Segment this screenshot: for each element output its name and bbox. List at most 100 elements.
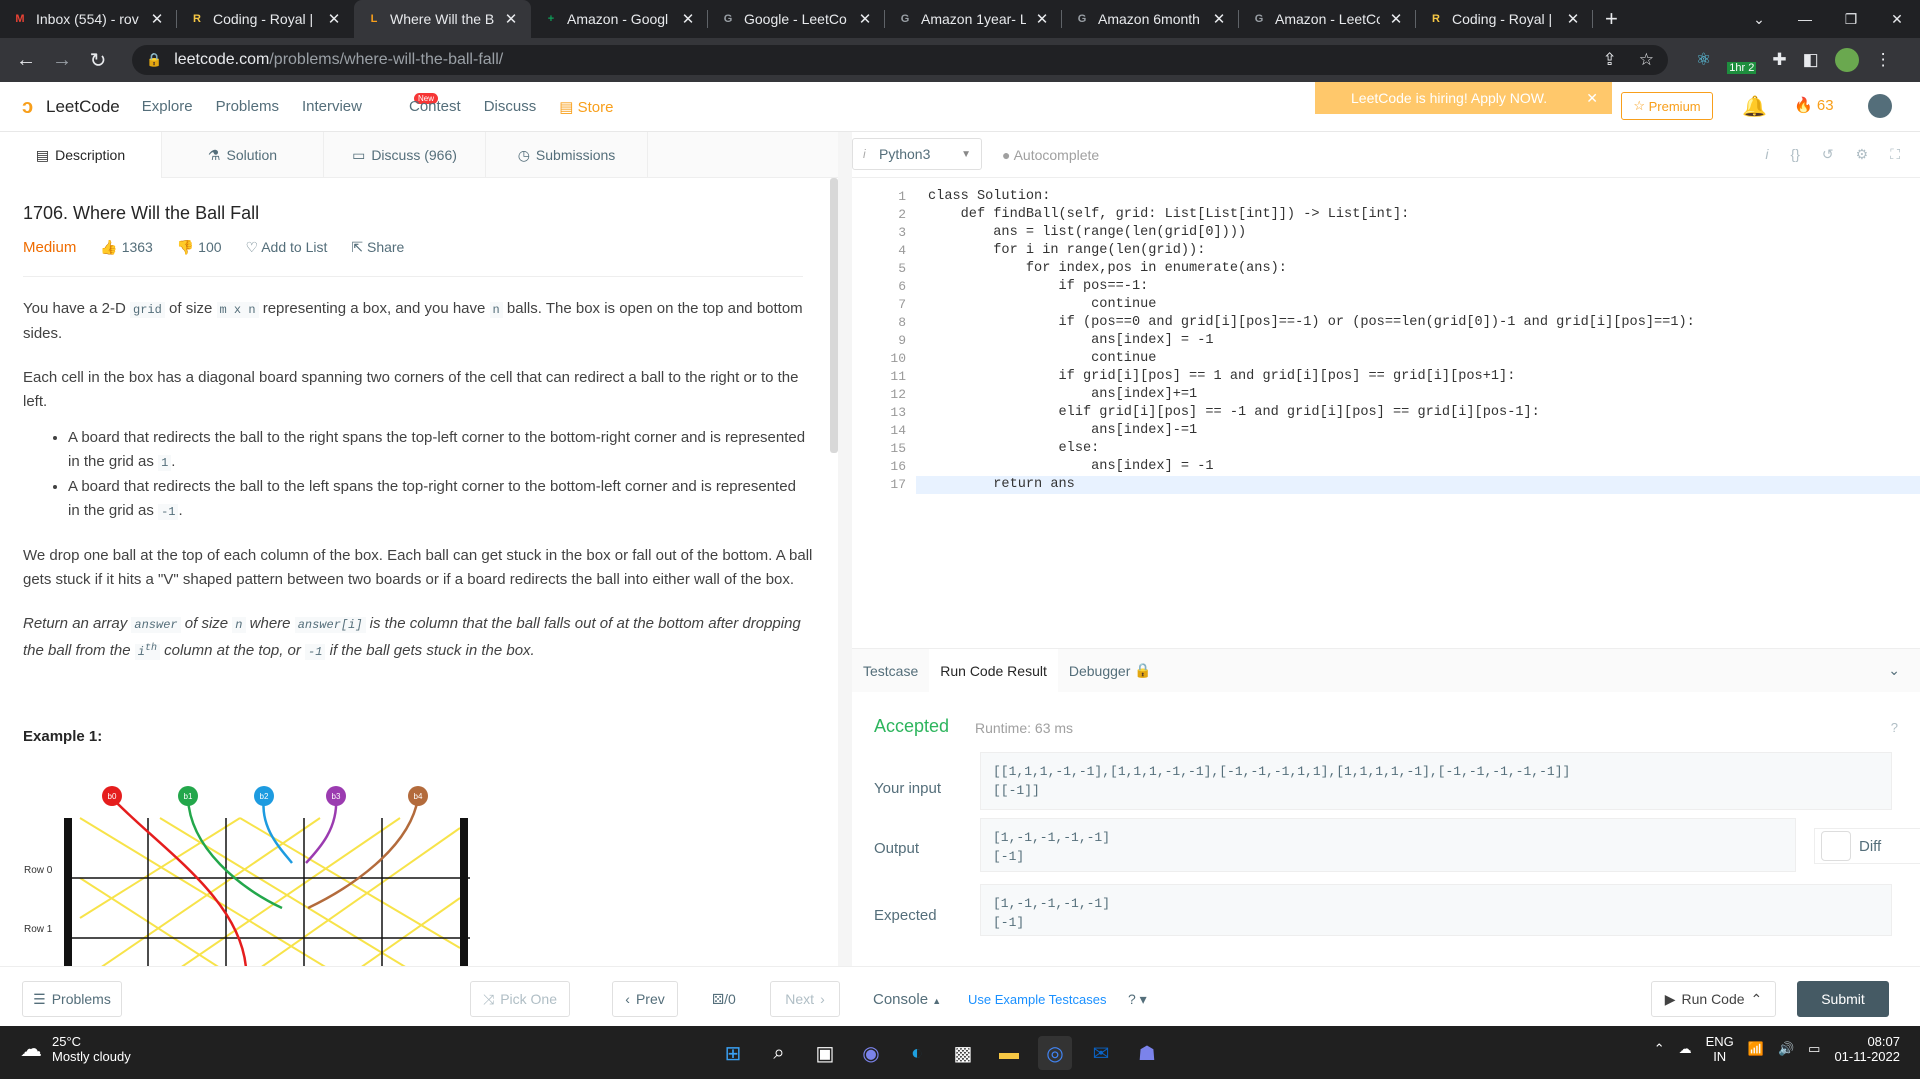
code-line[interactable]: ans[index] = -1 — [928, 458, 1695, 476]
leetcode-logo[interactable]: ↄ LeetCode — [22, 96, 120, 118]
tab-search-icon[interactable]: ⌄ — [1736, 11, 1782, 28]
close-tab-icon[interactable]: ✕ — [1388, 10, 1404, 28]
code-editor[interactable]: 1 2 3 4 5 6 7 8 9 10 11 12 13 14 15 16 17 class Solution… — [852, 178, 1920, 648]
braces-icon[interactable]: {} — [1791, 146, 1800, 163]
close-tab-icon[interactable]: ✕ — [1211, 10, 1227, 28]
search-icon[interactable]: ⌕ — [762, 1036, 796, 1070]
react-extension-icon[interactable]: ⚛ — [1696, 50, 1711, 70]
new-tab-button[interactable]: + — [1605, 6, 1618, 32]
chevron-down-icon[interactable]: ⌄ — [1888, 662, 1900, 679]
minimize-icon[interactable]: — — [1782, 11, 1828, 27]
premium-button[interactable]: ☆ Premium — [1621, 92, 1713, 120]
use-example-testcases-link[interactable]: Use Example Testcases — [968, 992, 1107, 1007]
task-view-icon[interactable]: ▣ — [808, 1036, 842, 1070]
code-line[interactable]: continue — [928, 350, 1695, 368]
outlook-icon[interactable]: ✉ — [1084, 1036, 1118, 1070]
browser-tab[interactable]: + Amazon - Googl ✕ — [531, 0, 708, 38]
puzzle-extensions-icon[interactable]: ✚ — [1772, 50, 1786, 70]
help-dropdown-icon[interactable]: ? ▾ — [1128, 991, 1147, 1008]
browser-tab[interactable]: R Coding - Royal | ✕ — [1416, 0, 1593, 38]
settings-icon[interactable]: ⚙ — [1856, 146, 1869, 163]
code-line[interactable]: return ans — [928, 476, 1695, 494]
browser-tab[interactable]: G Amazon 1year- L ✕ — [885, 0, 1062, 38]
windows-start-icon[interactable]: ⊞ — [716, 1036, 750, 1070]
back-icon[interactable]: ← — [8, 49, 44, 72]
code-line[interactable]: ans[index] = -1 — [928, 332, 1695, 350]
chat-icon[interactable]: ◉ — [854, 1036, 888, 1070]
reload-icon[interactable]: ↻ — [80, 48, 116, 73]
chevron-up-icon[interactable]: ⌃ — [1654, 1041, 1665, 1057]
browser-tab[interactable]: G Google - LeetCo ✕ — [708, 0, 885, 38]
language-indicator[interactable]: ENG IN — [1706, 1034, 1734, 1064]
share-icon[interactable]: ⇪ — [1603, 50, 1617, 70]
wifi-icon[interactable]: 📶 — [1748, 1041, 1764, 1057]
forward-icon[interactable]: → — [44, 49, 80, 72]
output-value-box[interactable]: [1,-1,-1,-1,-1] [-1] — [980, 818, 1796, 872]
photos-icon[interactable]: ▩ — [946, 1036, 980, 1070]
browser-tab[interactable]: M Inbox (554) - rov ✕ — [0, 0, 177, 38]
menu-dots-icon[interactable]: ⋮ — [1875, 50, 1892, 70]
nav-interview[interactable]: Interview New — [302, 92, 438, 116]
close-tab-icon[interactable]: ✕ — [1034, 10, 1050, 28]
close-tab-icon[interactable]: ✕ — [503, 10, 519, 28]
nav-discuss[interactable]: Discuss — [484, 98, 537, 116]
nav-problems[interactable]: Problems — [216, 98, 279, 116]
run-code-button[interactable]: ▶ Run Code ⌃ — [1651, 981, 1776, 1017]
submit-button[interactable]: Submit — [1797, 981, 1889, 1017]
weather-widget[interactable]: ☁ 25°C Mostly cloudy — [20, 1034, 131, 1064]
tab-solution[interactable]: ⚗ Solution — [162, 132, 324, 178]
code-line[interactable]: for index,pos in enumerate(ans): — [928, 260, 1695, 278]
prev-button[interactable]: ‹ Prev — [612, 981, 678, 1017]
language-select[interactable]: i Python3 ▼ — [852, 138, 982, 170]
close-tab-icon[interactable]: ✕ — [680, 10, 696, 28]
next-button[interactable]: Next › — [770, 981, 840, 1017]
pick-one-button[interactable]: ⤨ Pick One — [470, 981, 570, 1017]
share-button[interactable]: ⇱ Share — [351, 239, 404, 256]
help-icon[interactable]: ? — [1891, 720, 1898, 735]
code-content[interactable]: class Solution: def findBall(self, grid:… — [928, 188, 1695, 494]
user-avatar[interactable] — [1868, 94, 1892, 118]
volume-icon[interactable]: 🔊 — [1778, 1041, 1794, 1057]
code-line[interactable]: else: — [928, 440, 1695, 458]
browser-tab[interactable]: G Amazon 6month ✕ — [1062, 0, 1239, 38]
like-button[interactable]: 👍 1363 — [100, 239, 152, 256]
add-to-list-button[interactable]: ♡ Add to List — [246, 239, 328, 256]
input-value-box[interactable]: [[1,1,1,-1,-1],[1,1,1,-1,-1],[-1,-1,-1,1… — [980, 752, 1892, 810]
pane-resizer[interactable] — [838, 132, 852, 966]
browser-tab[interactable]: G Amazon - LeetCo ✕ — [1239, 0, 1416, 38]
description-scrollbar[interactable] — [830, 178, 838, 453]
tab-run-code-result[interactable]: Run Code Result — [929, 648, 1058, 693]
expected-value-box[interactable]: [1,-1,-1,-1,-1] [-1] — [980, 884, 1892, 936]
edge-icon[interactable]: ◐ — [900, 1036, 934, 1070]
battery-icon[interactable]: ▭ — [1808, 1041, 1820, 1057]
onedrive-icon[interactable]: ☁ — [1679, 1041, 1692, 1057]
close-window-icon[interactable]: ✕ — [1874, 11, 1920, 28]
code-line[interactable]: def findBall(self, grid: List[List[int]]… — [928, 206, 1695, 224]
code-line[interactable]: ans[index]+=1 — [928, 386, 1695, 404]
browser-tab[interactable]: L Where Will the B ✕ — [354, 0, 531, 38]
file-explorer-icon[interactable]: ▬ — [992, 1036, 1026, 1070]
dislike-button[interactable]: 👎 100 — [177, 239, 222, 256]
close-tab-icon[interactable]: ✕ — [857, 10, 873, 28]
code-line[interactable]: if grid[i][pos] == 1 and grid[i][pos] ==… — [928, 368, 1695, 386]
chrome-icon[interactable]: ◎ — [1038, 1036, 1072, 1070]
diff-toggle[interactable]: Diff — [1814, 828, 1920, 864]
side-panel-icon[interactable]: ◧ — [1803, 50, 1819, 70]
browser-tab[interactable]: R Coding - Royal | ✕ — [177, 0, 354, 38]
console-toggle[interactable]: Console ▲ — [873, 991, 941, 1008]
clock[interactable]: 08:07 01-11-2022 — [1834, 1034, 1900, 1064]
problems-button[interactable]: ☰ Problems — [22, 981, 122, 1017]
profile-avatar-icon[interactable] — [1834, 48, 1859, 72]
code-line[interactable]: if pos==-1: — [928, 278, 1695, 296]
tab-discuss[interactable]: ▭ Discuss (966) — [324, 132, 486, 178]
bell-icon[interactable]: 🔔 — [1742, 94, 1767, 119]
close-tab-icon[interactable]: ✕ — [326, 10, 342, 28]
code-line[interactable]: class Solution: — [928, 188, 1695, 206]
nav-store[interactable]: ▤ Store — [559, 98, 613, 116]
fullscreen-icon[interactable]: ⛶ — [1890, 146, 1900, 163]
close-tab-icon[interactable]: ✕ — [149, 10, 165, 28]
tab-debugger[interactable]: Debugger 🔒 — [1058, 649, 1163, 693]
streak-counter[interactable]: 🔥 63 — [1794, 96, 1834, 114]
close-tab-icon[interactable]: ✕ — [1565, 10, 1581, 28]
code-line[interactable]: continue — [928, 296, 1695, 314]
